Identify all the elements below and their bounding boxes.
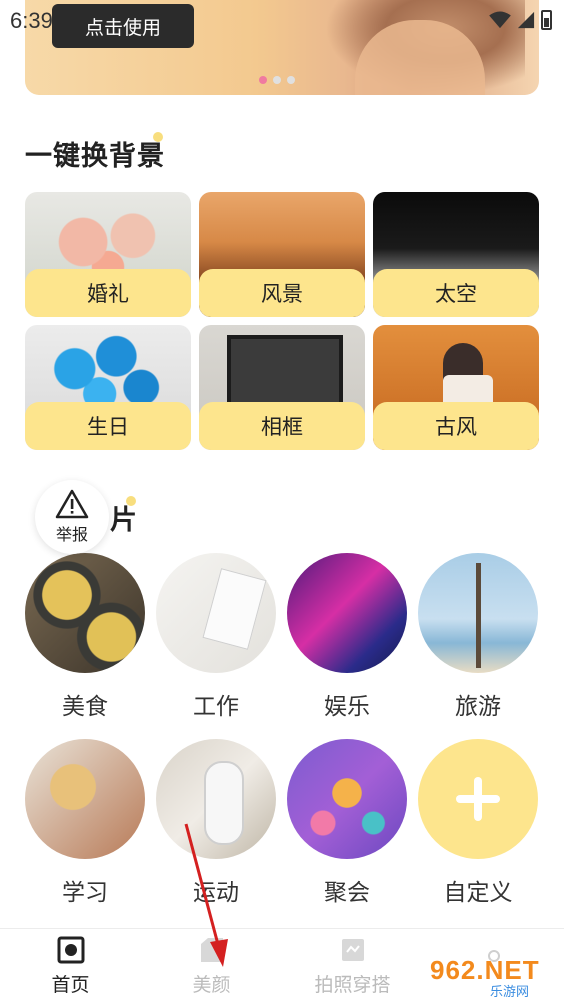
background-card-label: 相框 [199,402,365,450]
party-image [287,739,407,859]
pagination-dot [287,76,295,84]
report-button[interactable]: 举报 [35,480,109,554]
title-decoration-dot [126,496,136,506]
background-card-label: 古风 [373,402,539,450]
add-custom-button[interactable] [418,739,538,859]
status-time: 6:39 [10,8,53,33]
category-label: 学习 [62,879,108,905]
food-image [25,553,145,673]
title-decoration-dot [153,132,163,142]
category-travel[interactable]: 旅游 [418,553,538,719]
category-work[interactable]: 工作 [156,553,276,719]
category-label: 聚会 [324,879,370,905]
red-arrow-annotation [184,823,228,967]
background-card-space[interactable]: 太空 [373,192,539,317]
category-label: 自定义 [443,879,513,905]
battery-icon [541,10,552,30]
pagination-dot [273,76,281,84]
background-card-landscape[interactable]: 风景 [199,192,365,317]
category-label: 娱乐 [324,693,370,719]
category-party[interactable]: 聚会 [287,739,407,905]
category-entertainment[interactable]: 娱乐 [287,553,407,719]
home-camera-icon [57,936,84,964]
pagination-dot [259,76,267,84]
background-card-label: 婚礼 [25,269,191,317]
work-image [156,553,276,673]
tab-label: 美颜 [192,975,231,996]
background-card-frame[interactable]: 相框 [199,325,365,450]
tab-home[interactable]: 首页 [6,936,136,997]
category-label: 美食 [62,693,108,719]
category-study[interactable]: 学习 [25,739,145,905]
category-grid: 美食 工作 娱乐 旅游 学习 运动 聚会 自定义 [25,553,539,905]
background-card-label: 太空 [373,269,539,317]
wifi-icon [489,11,511,29]
section-title-backgrounds: 一键换背景 [25,141,165,171]
background-card-birthday[interactable]: 生日 [25,325,191,450]
background-grid: 婚礼 风景 太空 生日 相框 古风 [25,192,539,450]
outfit-photo-icon [341,939,364,961]
report-label: 举报 [55,527,88,544]
background-card-label: 风景 [199,269,365,317]
category-label: 旅游 [455,693,501,719]
plus-icon [456,777,500,821]
category-label: 工作 [193,693,239,719]
signal-icon [517,11,535,29]
entertainment-image [287,553,407,673]
watermark-sub: 乐游网 [490,984,530,999]
category-custom[interactable]: 自定义 [418,739,538,905]
site-watermark-logo: 962.NET 乐游网 [430,955,560,999]
study-image [25,739,145,859]
background-card-ancient[interactable]: 古风 [373,325,539,450]
background-card-wedding[interactable]: 婚礼 [25,192,191,317]
warning-icon [55,489,89,519]
tab-outfit-photo[interactable]: 拍照穿搭 [288,936,418,997]
background-card-label: 生日 [25,402,191,450]
tab-label: 首页 [51,975,90,996]
travel-image [418,553,538,673]
tab-label: 拍照穿搭 [314,975,391,996]
category-food[interactable]: 美食 [25,553,145,719]
banner-pagination [259,76,295,84]
use-now-button[interactable]: 点击使用 [52,4,194,48]
status-icons [489,10,552,30]
